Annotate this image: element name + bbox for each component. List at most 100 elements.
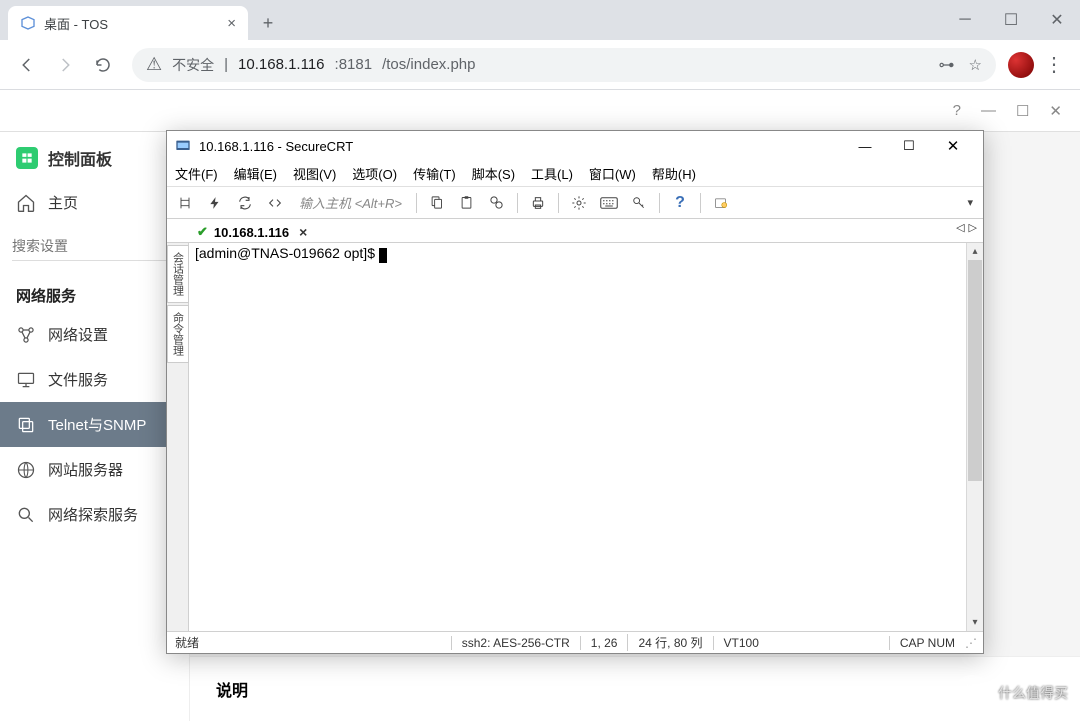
crt-menu-transfer[interactable]: 传输(T)	[413, 164, 456, 183]
browser-tab[interactable]: 桌面 - TOS ×	[8, 6, 248, 40]
crt-statusbar: 就绪 ssh2: AES-256-CTR 1, 26 24 行, 80 列 VT…	[167, 631, 983, 653]
app-minimize-button[interactable]: —	[981, 102, 996, 119]
crt-menu-window[interactable]: 窗口(W)	[589, 164, 636, 183]
monitor-icon	[16, 370, 36, 390]
help-icon[interactable]: ?	[953, 102, 961, 119]
sidebar-section-network: 网络服务	[0, 275, 189, 312]
crt-help-icon[interactable]: ?	[668, 191, 692, 215]
crt-menu-script[interactable]: 脚本(S)	[472, 164, 515, 183]
url-path: /tos/index.php	[382, 56, 475, 73]
content-heading-text: 说明	[216, 683, 248, 700]
crt-titlebar[interactable]: 10.168.1.116 - SecureCRT — ☐ ✕	[167, 131, 983, 161]
crt-menu-view[interactable]: 视图(V)	[293, 164, 336, 183]
crt-settings-icon[interactable]	[567, 191, 591, 215]
sidebar-item-telnet-snmp[interactable]: Telnet与SNMP	[0, 402, 189, 447]
search-input[interactable]	[12, 231, 177, 261]
crt-disconnect-icon[interactable]	[263, 191, 287, 215]
crt-sidetab-commands[interactable]: 命令管理	[167, 305, 189, 363]
stack-icon	[16, 415, 36, 435]
status-term: VT100	[713, 636, 769, 650]
status-cipher: ssh2: AES-256-CTR	[451, 636, 580, 650]
crt-tab-prev-icon[interactable]: ◁	[956, 221, 964, 234]
crt-paste-icon[interactable]	[455, 191, 479, 215]
crt-tab-next-icon[interactable]: ▷	[969, 221, 977, 234]
watermark-text: 什么值得买	[998, 683, 1068, 703]
crt-menu-tools[interactable]: 工具(L)	[531, 164, 573, 183]
crt-quick-connect-icon[interactable]	[203, 191, 227, 215]
tab-title: 桌面 - TOS	[44, 14, 108, 33]
toolbar-separator	[517, 193, 518, 213]
sidebar-item-label: 网络探索服务	[48, 504, 138, 525]
bookmark-icon[interactable]: ☆	[969, 56, 982, 74]
insecure-label: 不安全	[172, 55, 214, 75]
crt-menubar: 文件(F) 编辑(E) 视图(V) 选项(O) 传输(T) 脚本(S) 工具(L…	[167, 161, 983, 187]
crt-sidetab-sessions[interactable]: 会话管理	[167, 245, 189, 303]
crt-reconnect-icon[interactable]	[233, 191, 257, 215]
sidebar-item-file-services[interactable]: 文件服务	[0, 357, 189, 402]
browser-menu-button[interactable]: ⋮	[1038, 52, 1070, 77]
crt-connect-icon[interactable]	[173, 191, 197, 215]
browser-window-controls: ─ ☐ ✕	[942, 0, 1080, 40]
key-icon[interactable]: ⊶	[939, 55, 955, 75]
scroll-up-icon[interactable]: ▴	[967, 243, 983, 260]
crt-key-icon[interactable]	[627, 191, 651, 215]
crt-find-icon[interactable]	[485, 191, 509, 215]
toolbar-overflow-icon[interactable]: ▾	[967, 196, 977, 209]
scroll-thumb[interactable]	[968, 260, 982, 481]
back-button[interactable]	[10, 48, 44, 82]
sidebar-item-home[interactable]: 主页	[0, 180, 189, 225]
sidebar-item-label: 主页	[48, 192, 78, 213]
app-maximize-button[interactable]: ☐	[1016, 102, 1029, 120]
crt-title-text: 10.168.1.116 - SecureCRT	[199, 139, 353, 154]
tab-close-icon[interactable]: ×	[227, 15, 236, 32]
crt-keyboard-icon[interactable]	[597, 191, 621, 215]
crt-toolbar: 输入主机 <Alt+R> ? ▾	[167, 187, 983, 219]
sidebar: 控制面板 主页 网络服务 网络设置 文件服务 Telnet与SNMP 网站服务器	[0, 132, 190, 721]
toolbar-separator	[416, 193, 417, 213]
crt-host-input[interactable]: 输入主机 <Alt+R>	[293, 193, 408, 212]
resize-grip-icon[interactable]: ⋰	[965, 636, 975, 650]
crt-copy-icon[interactable]	[425, 191, 449, 215]
scroll-down-icon[interactable]: ▾	[967, 614, 983, 631]
sidebar-item-label: 文件服务	[48, 369, 108, 390]
crt-tab-close-icon[interactable]: ×	[299, 224, 307, 240]
watermark-badge: 值	[954, 675, 990, 711]
browser-maximize-button[interactable]: ☐	[988, 0, 1034, 40]
sidebar-item-label: 网站服务器	[48, 459, 123, 480]
crt-print-icon[interactable]	[526, 191, 550, 215]
search-icon	[16, 505, 36, 525]
crt-menu-help[interactable]: 帮助(H)	[652, 164, 696, 183]
crt-session-tabs: ✔ 10.168.1.116 × ◁ ▷	[167, 219, 983, 243]
reload-button[interactable]	[86, 48, 120, 82]
sidebar-item-web-server[interactable]: 网站服务器	[0, 447, 189, 492]
crt-lock-icon[interactable]	[709, 191, 733, 215]
crt-scrollbar[interactable]: ▴ ▾	[966, 243, 983, 631]
crt-menu-edit[interactable]: 编辑(E)	[234, 164, 277, 183]
forward-button[interactable]	[48, 48, 82, 82]
toolbar-separator	[659, 193, 660, 213]
new-tab-button[interactable]: +	[254, 9, 282, 37]
sidebar-item-network-discovery[interactable]: 网络探索服务	[0, 492, 189, 537]
crt-close-button[interactable]: ✕	[931, 132, 975, 160]
securecrt-window: 10.168.1.116 - SecureCRT — ☐ ✕ 文件(F) 编辑(…	[166, 130, 984, 654]
sidebar-search	[12, 231, 177, 261]
crt-prompt: [admin@TNAS-019662 opt]$	[195, 245, 379, 261]
address-bar[interactable]: ⚠ 不安全 | 10.168.1.116:8181/tos/index.php …	[132, 48, 996, 82]
tab-favicon-icon	[20, 15, 36, 31]
browser-minimize-button[interactable]: ─	[942, 0, 988, 40]
crt-maximize-button[interactable]: ☐	[887, 132, 931, 160]
crt-menu-file[interactable]: 文件(F)	[175, 164, 218, 183]
sidebar-item-label: Telnet与SNMP	[48, 414, 146, 435]
status-caps: CAP NUM	[889, 636, 965, 650]
sidebar-item-network-settings[interactable]: 网络设置	[0, 312, 189, 357]
browser-close-button[interactable]: ✕	[1034, 0, 1080, 40]
crt-session-tab[interactable]: ✔ 10.168.1.116 ×	[189, 222, 315, 242]
crt-minimize-button[interactable]: —	[843, 132, 887, 160]
crt-terminal[interactable]: [admin@TNAS-019662 opt]$	[189, 243, 966, 631]
app-close-button[interactable]: ✕	[1049, 102, 1062, 120]
globe-icon	[16, 460, 36, 480]
profile-avatar[interactable]	[1008, 52, 1034, 78]
watermark: 值 什么值得买	[954, 675, 1068, 711]
toolbar-separator	[558, 193, 559, 213]
crt-menu-options[interactable]: 选项(O)	[352, 164, 397, 183]
